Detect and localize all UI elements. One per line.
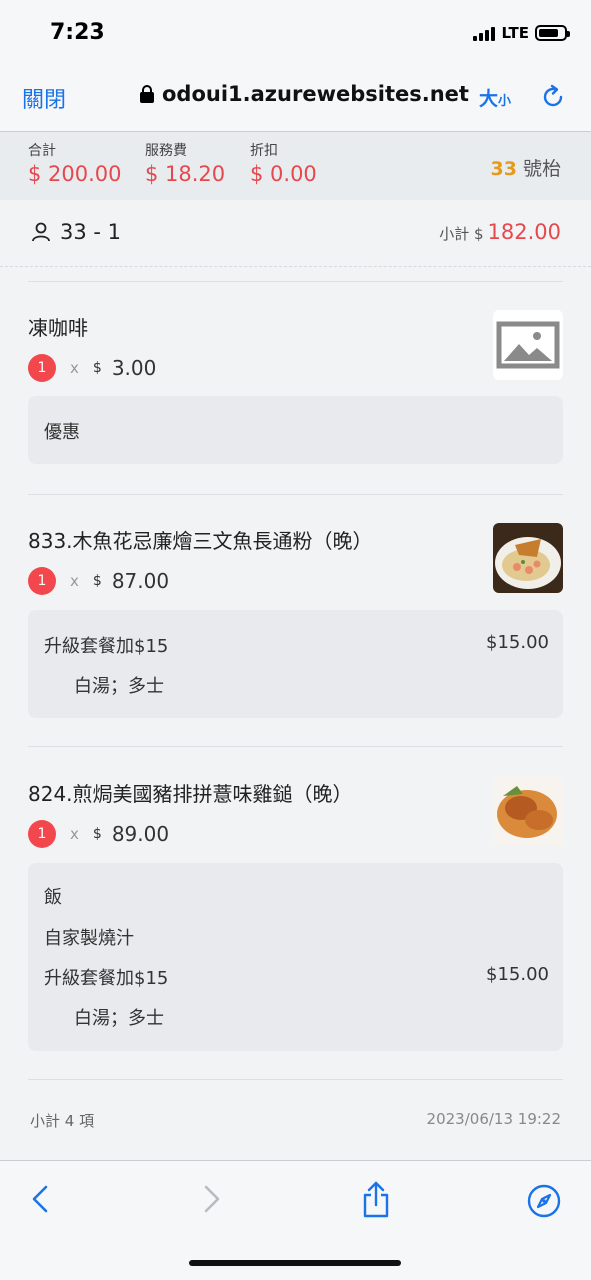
qty-badge: 1 bbox=[28, 567, 56, 595]
option-label: 白湯；多士 bbox=[74, 1008, 164, 1029]
table-number: 33 號枱 bbox=[491, 154, 561, 181]
service-label: 服務費 bbox=[145, 143, 187, 159]
table-number-value: 33 bbox=[490, 158, 517, 180]
item-count: 小計 4 項 bbox=[30, 1112, 95, 1130]
option-price: $15.00 bbox=[486, 632, 549, 653]
status-time: 7:23 bbox=[50, 20, 105, 45]
food-photo bbox=[493, 523, 563, 593]
options-box: 升級套餐加$15 $15.00 白湯；多士 bbox=[28, 610, 563, 718]
item-price: 89.00 bbox=[111, 822, 170, 846]
item-price: 87.00 bbox=[111, 569, 170, 593]
option-label: 優惠 bbox=[44, 422, 80, 443]
options-box: 飯 自家製燒汁 升級套餐加$15 $15.00 白湯；多士 bbox=[28, 863, 563, 1051]
option-label: 飯 bbox=[44, 887, 62, 908]
order-summary: 合計 $ 200.00 服務費 $ 18.20 折扣 $ 0.00 33 號枱 bbox=[0, 132, 591, 200]
text-size-button[interactable]: 大小 bbox=[479, 84, 511, 111]
currency-symbol: $ bbox=[92, 360, 102, 376]
home-indicator bbox=[189, 1260, 401, 1266]
discount-label: 折扣 bbox=[250, 143, 278, 159]
item-price: 3.00 bbox=[111, 356, 157, 380]
service-value: $ 18.20 bbox=[145, 162, 226, 186]
qty-price-row: 1 x $ 3.00 bbox=[28, 354, 156, 382]
option-price: $15.00 bbox=[486, 964, 549, 985]
option-label: 自家製燒汁 bbox=[44, 928, 134, 949]
order-datetime: 2023/06/13 19:22 bbox=[426, 1110, 561, 1128]
total-value: $ 200.00 bbox=[28, 162, 122, 186]
divider bbox=[28, 281, 563, 282]
cellular-signal-icon bbox=[473, 25, 496, 41]
status-indicators: LTE bbox=[473, 24, 570, 42]
discount-block: 折扣 $ 0.00 bbox=[250, 140, 317, 186]
guest-row: 33 - 1 小計 $182.00 bbox=[0, 200, 591, 266]
browser-url-bar: 關閉 odoui1.azurewebsites.net 大小 bbox=[0, 66, 591, 132]
lock-icon bbox=[140, 85, 154, 103]
divider bbox=[28, 746, 563, 747]
guest-info: 33 - 1 bbox=[30, 220, 121, 244]
dashed-divider bbox=[0, 266, 591, 267]
image-placeholder-icon bbox=[493, 310, 563, 380]
reload-icon[interactable] bbox=[540, 84, 566, 110]
close-button[interactable]: 關閉 bbox=[22, 82, 66, 114]
order-item[interactable]: 凍咖啡 1 x $ 3.00 優惠 bbox=[28, 310, 563, 470]
url-text: odoui1.azurewebsites.net bbox=[162, 82, 469, 106]
service-block: 服務費 $ 18.20 bbox=[145, 140, 225, 186]
currency-symbol: $ bbox=[92, 573, 102, 589]
qty-badge: 1 bbox=[28, 354, 56, 382]
battery-icon bbox=[535, 25, 570, 41]
status-bar: 7:23 LTE bbox=[0, 0, 591, 66]
subtotal-value: 182.00 bbox=[487, 220, 561, 244]
text-size-big-label: 大 bbox=[479, 88, 499, 110]
item-name: 凍咖啡 bbox=[28, 316, 88, 340]
discount-value: $ 0.00 bbox=[250, 162, 317, 186]
total-label: 合計 bbox=[28, 143, 56, 159]
option-label: 白湯；多士 bbox=[74, 676, 164, 697]
currency-symbol: $ bbox=[92, 826, 102, 842]
back-icon[interactable] bbox=[28, 1181, 54, 1217]
order-item[interactable]: 833.木魚花忌廉燴三文魚長通粉（晚） 1 x $ 87.00 升級套餐加$15… bbox=[28, 523, 563, 723]
network-type: LTE bbox=[501, 24, 529, 42]
order-subtotal: 小計 $182.00 bbox=[439, 220, 561, 244]
option-label: 升級套餐加$15 bbox=[44, 636, 169, 657]
order-footer: 小計 4 項 2023/06/13 19:22 bbox=[0, 1100, 591, 1140]
multiply-sign: x bbox=[70, 572, 79, 590]
multiply-sign: x bbox=[70, 825, 79, 843]
option-label: 升級套餐加$15 bbox=[44, 968, 169, 989]
multiply-sign: x bbox=[70, 359, 79, 377]
table-number-suffix: 號枱 bbox=[522, 158, 561, 180]
options-box: 優惠 bbox=[28, 396, 563, 464]
share-icon[interactable] bbox=[361, 1179, 391, 1219]
guest-number: 33 - 1 bbox=[60, 220, 122, 244]
item-name: 824.煎焗美國豬排拼薏味雞鎚（晚） bbox=[28, 782, 353, 806]
order-item[interactable]: 824.煎焗美國豬排拼薏味雞鎚（晚） 1 x $ 89.00 飯 自家製燒汁 升… bbox=[28, 776, 563, 1056]
qty-price-row: 1 x $ 87.00 bbox=[28, 567, 169, 595]
forward-icon[interactable] bbox=[198, 1181, 224, 1217]
divider bbox=[28, 494, 563, 495]
food-photo bbox=[493, 776, 563, 846]
divider bbox=[28, 1079, 563, 1080]
total-block: 合計 $ 200.00 bbox=[28, 140, 122, 186]
address-field[interactable]: odoui1.azurewebsites.net bbox=[140, 82, 469, 106]
qty-badge: 1 bbox=[28, 820, 56, 848]
text-size-small-label: 小 bbox=[498, 94, 512, 109]
person-icon bbox=[32, 222, 50, 242]
compass-icon[interactable] bbox=[526, 1183, 562, 1219]
item-name: 833.木魚花忌廉燴三文魚長通粉（晚） bbox=[28, 529, 373, 553]
qty-price-row: 1 x $ 89.00 bbox=[28, 820, 169, 848]
subtotal-label: 小計 $ bbox=[439, 225, 484, 243]
